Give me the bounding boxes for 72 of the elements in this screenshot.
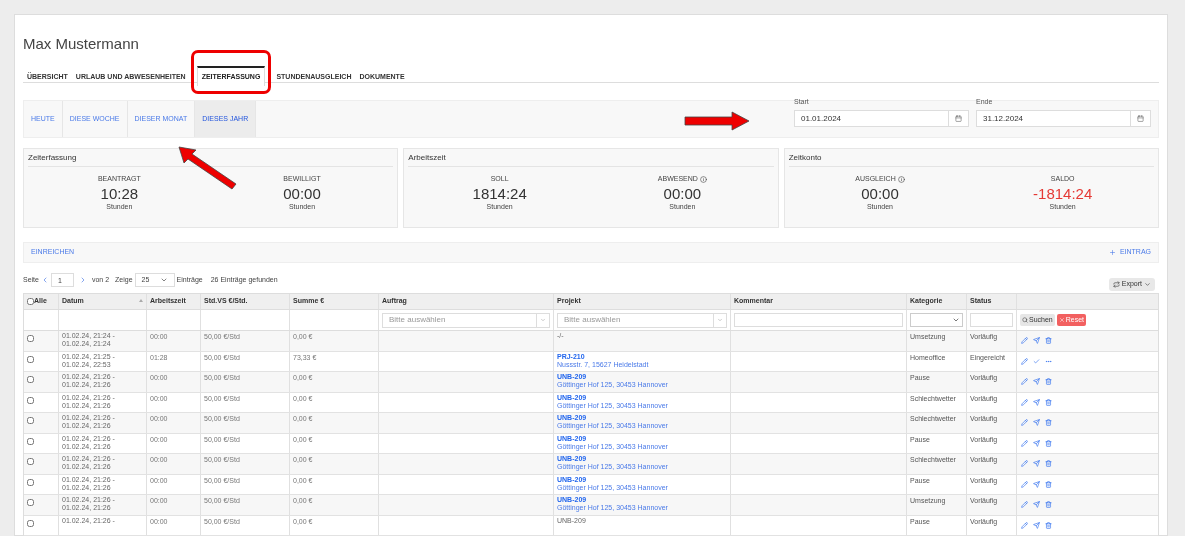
- send-icon[interactable]: [1033, 501, 1040, 509]
- close-icon: [1058, 317, 1065, 323]
- send-icon[interactable]: [1033, 337, 1040, 345]
- delete-icon[interactable]: [1045, 337, 1052, 345]
- delete-icon[interactable]: [1045, 398, 1052, 406]
- card-title: Zeitkonto: [788, 151, 822, 164]
- chevron-down-icon: [159, 276, 168, 284]
- stat-value: -1814:24: [1033, 184, 1093, 202]
- caret-icon: [540, 317, 546, 323]
- row-checkbox[interactable]: [27, 417, 34, 424]
- category-select[interactable]: [910, 313, 963, 327]
- info-icon: [699, 175, 707, 183]
- delete-icon[interactable]: [1045, 378, 1052, 386]
- stat-value: 00:00: [283, 184, 321, 202]
- date-field[interactable]: 01.01.2024: [794, 110, 969, 128]
- delete-icon[interactable]: [1045, 419, 1052, 427]
- send-icon[interactable]: [1033, 419, 1040, 427]
- edit-icon[interactable]: [1021, 480, 1028, 488]
- exchange-icon: [1112, 280, 1120, 288]
- caret-icon: [717, 317, 723, 323]
- row-checkbox[interactable]: [27, 355, 34, 363]
- row-checkbox[interactable]: [27, 458, 34, 465]
- search-icon: [1022, 317, 1028, 323]
- delete-icon[interactable]: [1045, 460, 1052, 468]
- project-select[interactable]: Bitte auswählen: [557, 312, 727, 328]
- check-icon[interactable]: [1033, 357, 1040, 365]
- send-icon[interactable]: [1033, 398, 1040, 406]
- edit-icon[interactable]: [1021, 398, 1028, 406]
- calendar-icon: [1137, 115, 1144, 123]
- delete-icon[interactable]: [1045, 439, 1052, 447]
- card-title: Zeiterfassung: [28, 151, 77, 164]
- edit-icon[interactable]: [1021, 501, 1028, 509]
- send-icon[interactable]: [1033, 439, 1040, 447]
- chevron-down-icon: [952, 316, 960, 324]
- stat-value: 00:00: [861, 184, 899, 202]
- stat-value: 1814:24: [472, 184, 527, 202]
- row-checkbox[interactable]: [27, 335, 34, 342]
- delete-icon[interactable]: [1045, 521, 1052, 529]
- info-icon: [897, 175, 905, 183]
- date-field[interactable]: 31.12.2024: [976, 110, 1151, 128]
- page-title: Max Mustermann: [23, 35, 139, 53]
- edit-icon[interactable]: [1021, 460, 1028, 468]
- row-checkbox[interactable]: [27, 396, 34, 404]
- annotation-arrow: [178, 146, 238, 190]
- row-checkbox[interactable]: [27, 437, 34, 445]
- row-checkbox[interactable]: [27, 519, 34, 527]
- send-icon[interactable]: [1033, 480, 1040, 488]
- delete-icon[interactable]: [1045, 480, 1052, 488]
- select-all-checkbox[interactable]: [27, 298, 34, 305]
- row-checkbox[interactable]: [27, 499, 34, 506]
- comment-filter-field[interactable]: [734, 313, 903, 327]
- row-checkbox[interactable]: [27, 376, 34, 383]
- edit-icon[interactable]: [1021, 419, 1028, 427]
- calendar-icon: [955, 115, 962, 123]
- edit-icon[interactable]: [1021, 337, 1028, 345]
- row-checkbox[interactable]: [27, 478, 34, 486]
- send-icon[interactable]: [1033, 460, 1040, 468]
- stat-value: 10:28: [100, 184, 139, 202]
- plus-icon: [1108, 249, 1116, 256]
- card-title: Arbeitszeit: [408, 151, 446, 164]
- order-select[interactable]: Bitte auswählen: [382, 312, 550, 328]
- annotation-arrow: [684, 111, 750, 131]
- send-icon[interactable]: [1033, 521, 1040, 529]
- chevron-down-icon: [1144, 280, 1151, 288]
- stat-value: 00:00: [663, 184, 702, 202]
- edit-icon[interactable]: [1021, 378, 1028, 386]
- delete-icon[interactable]: [1045, 501, 1052, 509]
- edit-icon[interactable]: [1021, 357, 1028, 365]
- status-filter-field[interactable]: [970, 313, 1013, 327]
- edit-icon[interactable]: [1021, 439, 1028, 447]
- edit-icon[interactable]: [1021, 521, 1028, 529]
- send-icon[interactable]: [1033, 378, 1040, 386]
